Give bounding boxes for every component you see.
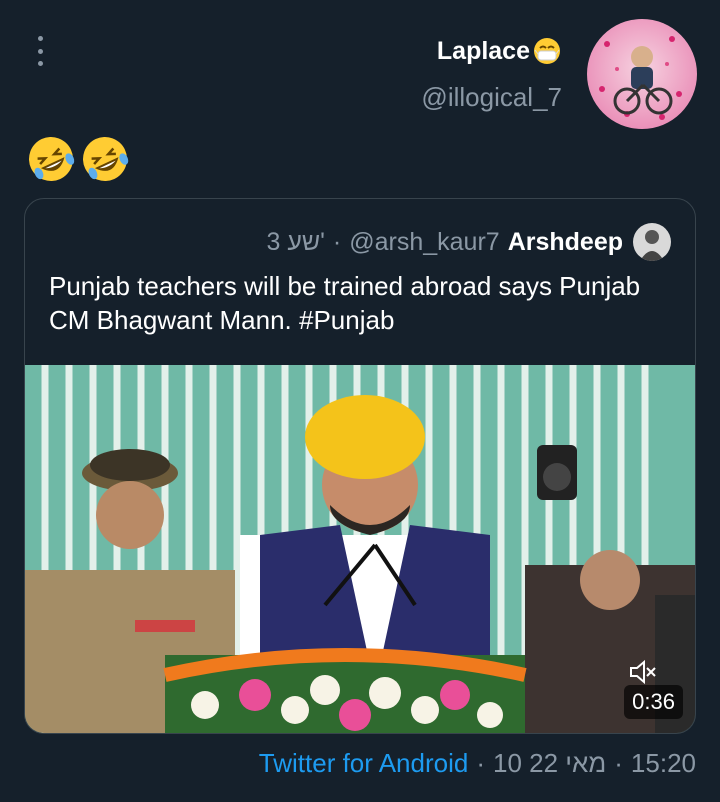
video-duration: 0:36	[624, 685, 683, 719]
separator-dot: ·	[476, 748, 485, 778]
author-name[interactable]: Laplace	[437, 36, 562, 66]
tweet-text	[26, 134, 130, 184]
quoted-tweet-header: 3 שע' · @arsh_kaur7 Arshdeep	[266, 223, 671, 261]
separator-dot: ·	[332, 227, 342, 256]
rofl-emoji-icon	[29, 137, 75, 181]
mask-face-emoji-icon	[532, 36, 562, 66]
dot-icon	[37, 61, 43, 66]
mute-icon[interactable]	[627, 657, 657, 687]
quoted-tweet-card[interactable]: 3 שע' · @arsh_kaur7 Arshdeep Punjab teac…	[24, 198, 696, 734]
author-handle[interactable]: @illogical_7	[421, 82, 562, 113]
tweet-source-link[interactable]: Twitter for Android	[259, 748, 469, 779]
quoted-author-handle: @arsh_kaur7	[349, 227, 500, 256]
quoted-author-avatar	[633, 223, 671, 261]
tweet-date: 10 מאי 22	[493, 748, 607, 778]
dot-icon	[37, 36, 43, 41]
quoted-tweet-time: 3 שע'	[266, 227, 325, 256]
separator-dot: ·	[614, 748, 623, 778]
tweet-metadata: Twitter for Android · 10 מאי 22 · 15:20	[259, 748, 696, 779]
more-options-icon[interactable]	[32, 36, 48, 66]
quoted-author-name: Arshdeep	[507, 227, 623, 256]
tweet-time: 15:20	[630, 748, 696, 778]
dot-icon	[37, 48, 43, 54]
video-thumbnail	[25, 365, 695, 733]
quoted-tweet-video[interactable]: 0:36	[25, 365, 695, 733]
avatar[interactable]	[587, 19, 697, 129]
quoted-tweet-text: Punjab teachers will be trained abroad s…	[49, 271, 641, 335]
rofl-emoji-icon	[83, 137, 129, 181]
author-name-text: Laplace	[436, 36, 530, 65]
